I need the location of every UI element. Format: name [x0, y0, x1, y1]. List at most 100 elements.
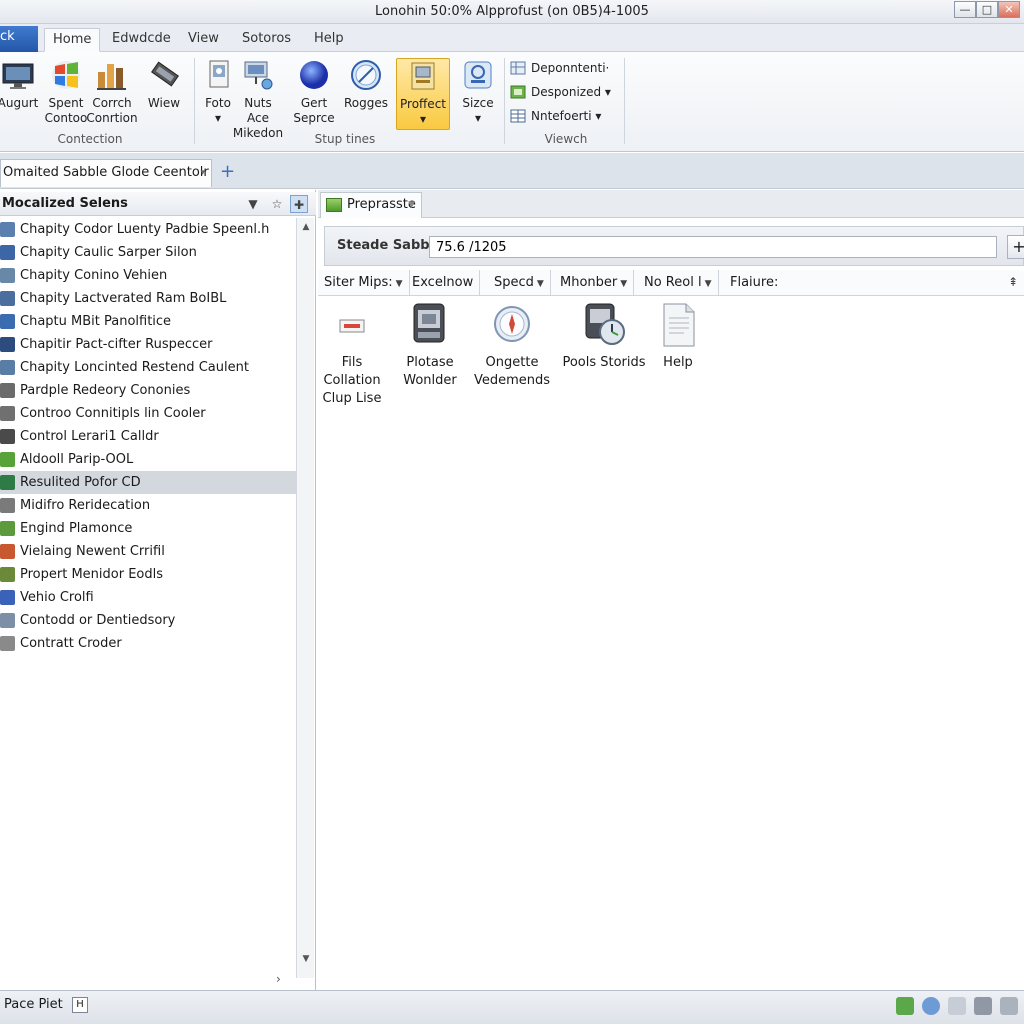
- steade-sabble-input[interactable]: [429, 236, 997, 258]
- icon-item-fils-collation[interactable]: Fils Collation Clup Lise: [310, 302, 394, 408]
- star-icon[interactable]: ☆: [268, 195, 286, 213]
- clover-icon[interactable]: [896, 997, 914, 1015]
- icon-item-ongette-vedemends[interactable]: Ongette Vedemends: [470, 302, 554, 390]
- list-item[interactable]: Vielaing Newent Crrifil: [0, 540, 296, 563]
- tab-help[interactable]: Help: [306, 28, 352, 52]
- scroll-up-icon[interactable]: ▲: [297, 222, 315, 232]
- project-icon: [411, 62, 435, 90]
- document-tab-strip: Omaited Sabble Glode Ceentolr ▾ +: [0, 153, 1024, 189]
- list-item[interactable]: Controo Connitipls lin Cooler: [0, 402, 296, 425]
- item-icon: [0, 590, 15, 605]
- ribbon-small-button-deponntenti[interactable]: Deponntenti·: [510, 58, 609, 78]
- icon-item-help[interactable]: Help: [636, 302, 720, 372]
- list-item[interactable]: Vehio Crolfi: [0, 586, 296, 609]
- list-item[interactable]: Chapitir Pact-cifter Ruspeccer: [0, 333, 296, 356]
- filter-specd[interactable]: Specd ▼: [488, 270, 551, 296]
- ribbon-button-corrch[interactable]: Corrch Conrtion: [86, 58, 138, 126]
- keyboard-icon[interactable]: [974, 997, 992, 1015]
- tab-file[interactable]: ck: [0, 26, 38, 52]
- maximize-button[interactable]: □: [976, 1, 998, 18]
- list-item-label: Propert Menidor Eodls: [20, 567, 163, 582]
- chevron-down-icon[interactable]: ▼: [244, 195, 262, 213]
- item-icon: [0, 314, 15, 329]
- item-icon: [0, 475, 15, 490]
- table-icon: [510, 109, 526, 123]
- list-item[interactable]: Chapity Codor Luenty Padbie Speenl.h: [0, 218, 296, 241]
- chevron-down-icon[interactable]: ▾: [200, 160, 205, 186]
- ribbon-button-rogges[interactable]: Rogges: [340, 58, 392, 111]
- tab-edit[interactable]: Edwdcde: [104, 28, 179, 52]
- list-item[interactable]: Chapity Conino Vehien: [0, 264, 296, 287]
- left-panel-header: Mocalized Selens ▼ ☆ ✚: [0, 192, 316, 216]
- ribbon-small-button-desponized[interactable]: Desponized ▾: [510, 82, 611, 102]
- icon-view: Fils Collation Clup Lise Plotase Wonlder…: [318, 302, 1024, 982]
- tab-view[interactable]: View: [180, 28, 227, 52]
- minimize-button[interactable]: —: [954, 1, 976, 18]
- list-item-label: Resulited Pofor CD: [20, 475, 141, 490]
- list-item-label: Midifro Reridecation: [20, 498, 151, 513]
- ribbon-button-nuts-ace[interactable]: Nuts Ace Mikedon: [232, 58, 284, 141]
- icon-item-plotase-wonlder[interactable]: Plotase Wonlder: [388, 302, 472, 390]
- list-item[interactable]: Control Lerari1 Calldr: [0, 425, 296, 448]
- list-item-label: Chapity Caulic Sarper Silon: [20, 245, 197, 260]
- list-item[interactable]: Midifro Reridecation: [0, 494, 296, 517]
- move-icon[interactable]: ✚: [290, 195, 308, 213]
- list-item[interactable]: Engind Plamonce: [0, 517, 296, 540]
- ribbon-button-gert[interactable]: Gert Seprce: [288, 58, 340, 126]
- speaker-icon[interactable]: [1000, 997, 1018, 1015]
- size-icon: [464, 61, 492, 89]
- ribbon-button-spent[interactable]: Spent Contoo: [40, 58, 92, 126]
- scroll-down-icon[interactable]: ▼: [297, 954, 315, 964]
- list-item[interactable]: Chaptu MBit Panolfitice: [0, 310, 296, 333]
- right-panel: Preprasste ▼ Steade Sabble + Siter Mips:…: [318, 190, 1024, 990]
- status-button[interactable]: H: [72, 997, 88, 1013]
- list-item[interactable]: Contodd or Dentiedsory: [0, 609, 296, 632]
- tab-sources[interactable]: Sotoros: [234, 28, 299, 52]
- item-icon: [0, 498, 15, 513]
- ribbon-button-augurt[interactable]: Augurt: [0, 58, 44, 111]
- ribbon-small-button-nntefoerti[interactable]: Nntefoerti ▾: [510, 106, 601, 126]
- filter-no-reol[interactable]: No Reol l ▼: [638, 270, 719, 296]
- list-item[interactable]: Chapity Caulic Sarper Silon: [0, 241, 296, 264]
- right-panel-tab-bar: Preprasste ▼: [318, 190, 1024, 218]
- tab-home[interactable]: Home: [44, 28, 101, 52]
- item-icon: [0, 383, 15, 398]
- status-bar: Pace Piet H: [0, 990, 1024, 1024]
- tab-preprasste[interactable]: Preprasste ▼: [320, 192, 422, 218]
- ribbon-separator: [504, 58, 505, 144]
- list-item[interactable]: Propert Menidor Eodls: [0, 563, 296, 586]
- ribbon-button-wiew[interactable]: Wiew: [138, 58, 190, 111]
- chevron-down-icon: ▼: [704, 279, 712, 289]
- list-item[interactable]: Chapity Loncinted Restend Caulent: [0, 356, 296, 379]
- chevron-down-icon[interactable]: ▼: [408, 193, 415, 217]
- ribbon-button-sizce[interactable]: Sizce ▾: [452, 58, 504, 126]
- list-item[interactable]: Resulited Pofor CD: [0, 471, 296, 494]
- sheet-icon: [326, 198, 342, 212]
- filter-excelnow[interactable]: Excelnow: [406, 270, 481, 296]
- list-item[interactable]: Aldooll Parip-OOL: [0, 448, 296, 471]
- list-item[interactable]: Pardple Redeory Cononies: [0, 379, 296, 402]
- filter-siter-mips[interactable]: Siter Mips: ▼: [318, 270, 410, 296]
- title-bar: Lonohin 50:0% Alpprofust (on 0B5)4-1005 …: [0, 0, 1024, 24]
- list-item[interactable]: Contratt Croder: [0, 632, 296, 655]
- scroll-right-icon[interactable]: ›: [276, 972, 281, 986]
- ribbon: Augurt Spent Contoo Corrch Conrtion Wiew…: [0, 52, 1024, 152]
- chevron-down-icon: ▼: [395, 279, 403, 289]
- document-tab[interactable]: Omaited Sabble Glode Ceentolr ▾: [0, 159, 212, 187]
- pin-icon[interactable]: ⇞: [1008, 275, 1018, 289]
- filter-mhonber[interactable]: Mhonber ▼: [554, 270, 635, 296]
- item-icon: [0, 406, 15, 421]
- ribbon-separator: [624, 58, 625, 144]
- add-tab-button[interactable]: +: [220, 161, 235, 182]
- close-button[interactable]: ✕: [998, 1, 1020, 18]
- globe-icon[interactable]: [922, 997, 940, 1015]
- clock-gauge-icon: [585, 303, 625, 345]
- network-icon[interactable]: [948, 997, 966, 1015]
- list-item[interactable]: Chapity Lactverated Ram BoIBL: [0, 287, 296, 310]
- item-icon: [0, 613, 15, 628]
- ribbon-button-proffect[interactable]: Proffect ▾: [396, 58, 450, 130]
- list-item-label: Contratt Croder: [20, 636, 122, 651]
- add-button[interactable]: +: [1007, 235, 1024, 259]
- item-icon: [0, 452, 15, 467]
- filter-flaiure[interactable]: Flaiure:: [724, 270, 784, 296]
